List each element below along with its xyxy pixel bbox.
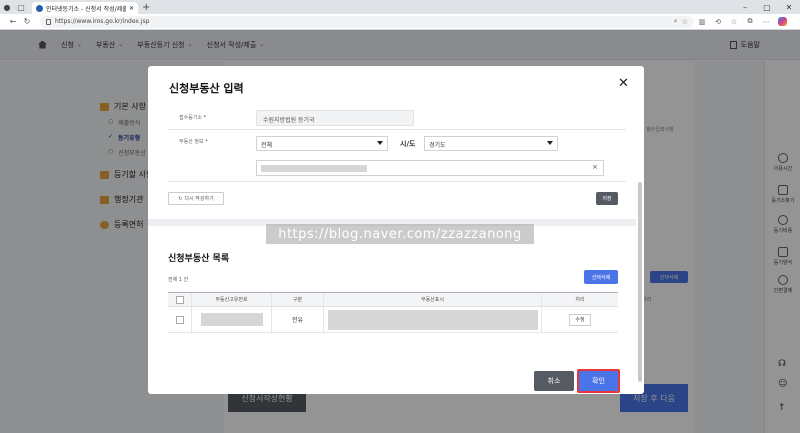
refresh-icon[interactable]: ↻ — [20, 15, 34, 29]
type-cell: 전유 — [272, 307, 324, 332]
favorite-star-icon[interactable]: ☆ — [682, 18, 688, 26]
rewrite-label: 다시 작성하기 — [184, 196, 214, 202]
save-button[interactable]: 저장 — [596, 192, 618, 205]
redacted-address — [261, 165, 367, 172]
tab-close-icon[interactable]: ✕ — [129, 5, 134, 12]
redacted-number — [200, 313, 263, 326]
unique-number-cell — [192, 307, 272, 332]
address-bar-row: ← ↻ https://www.iros.go.kr/index.jsp ⌕ ☆… — [0, 14, 800, 30]
table-header-row: 부동산고유번호 구분 부동산표시 처리 — [168, 293, 618, 307]
process-cell: 수정 — [542, 307, 618, 332]
window-controls: – ▢ ✕ — [734, 0, 800, 14]
total-count: 전체 1 건 — [168, 277, 189, 283]
url-text: https://www.iros.go.kr/index.jsp — [55, 18, 150, 25]
extensions-icon[interactable]: ⟲ — [710, 15, 726, 29]
select-value: 경기도 — [429, 142, 446, 149]
modal-title: 신청부동산 입력 — [169, 82, 244, 95]
clear-input-icon[interactable]: × — [592, 163, 598, 171]
new-tab-button[interactable]: + — [142, 2, 150, 13]
dropdown-arrow-icon — [377, 141, 383, 145]
close-icon[interactable]: ✕ — [618, 76, 629, 91]
property-type-select[interactable]: 전체 — [256, 136, 388, 151]
redacted-property — [327, 309, 538, 330]
dropdown-arrow-icon — [547, 141, 553, 145]
modal-scrollbar[interactable] — [638, 182, 642, 382]
select-value: 전체 — [261, 142, 273, 149]
more-menu-icon[interactable]: ⋯ — [758, 15, 774, 29]
blog-watermark: https://blog.naver.com/zzazzanong — [266, 224, 534, 244]
back-icon[interactable]: ← — [6, 15, 20, 29]
site-favicon-icon — [36, 4, 43, 12]
edit-button[interactable]: 수정 — [569, 313, 591, 326]
header-type: 구분 — [272, 293, 324, 306]
split-screen-icon[interactable]: ▥ — [694, 15, 710, 29]
checkbox[interactable] — [175, 315, 184, 324]
property-list-table: 부동산고유번호 구분 부동산표시 처리 전유 수정 — [168, 292, 618, 333]
header-property-display: 부동산표시 — [324, 293, 542, 306]
sido-select[interactable]: 경기도 — [424, 136, 558, 151]
property-display-cell — [324, 307, 542, 332]
cancel-button[interactable]: 취소 — [534, 371, 574, 391]
header-unique-number: 부동산고유번호 — [192, 293, 272, 306]
collections-icon[interactable]: ⧉ — [742, 15, 758, 29]
property-list-title: 신청부동산 목록 — [168, 254, 230, 264]
office-row: 접수등기소 * 수원지방법원 등기국 — [168, 106, 626, 130]
office-field: 수원지방법원 등기국 — [256, 110, 414, 126]
url-field[interactable]: https://www.iros.go.kr/index.jsp ⌕ ☆ — [40, 15, 694, 28]
window-close-icon[interactable]: ✕ — [778, 0, 800, 14]
address-search-input[interactable]: × — [256, 160, 604, 176]
bulk-delete-button[interactable]: 선택삭제 — [584, 270, 618, 284]
checkbox[interactable] — [175, 295, 184, 304]
rewrite-button[interactable]: ↻ 다시 작성하기 — [168, 192, 224, 205]
sido-label: 시/도 — [400, 140, 416, 148]
favorites-icon[interactable]: ☆ — [726, 15, 742, 29]
property-info-row: 부동산 정보 * 전체 시/도 경기도 × — [168, 130, 626, 182]
browser-tab[interactable]: 인터넷등기소 - 신청서 작성/제출 ✕ — [32, 2, 138, 14]
zoom-icon[interactable]: ⌕ — [674, 17, 678, 26]
maximize-icon[interactable]: ▢ — [756, 0, 778, 14]
header-process: 처리 — [575, 297, 585, 303]
tab-actions-icon[interactable]: ▢ — [14, 0, 28, 14]
header-select-all[interactable] — [168, 293, 192, 306]
tab-title: 인터넷등기소 - 신청서 작성/제출 — [46, 5, 126, 13]
copilot-icon[interactable] — [778, 17, 787, 26]
profile-icon[interactable]: ● — [0, 0, 14, 14]
row-select-cell — [168, 307, 192, 332]
minimize-icon[interactable]: – — [734, 0, 756, 14]
refresh-icon: ↻ — [178, 195, 183, 202]
table-row: 전유 수정 — [168, 307, 618, 333]
lock-icon — [46, 18, 51, 25]
browser-tab-bar: ● ▢ 인터넷등기소 - 신청서 작성/제출 ✕ + – ▢ ✕ — [0, 0, 800, 14]
confirm-button[interactable]: 확인 — [577, 369, 620, 393]
property-label: 부동산 정보 * — [179, 139, 208, 145]
office-label: 접수등기소 * — [179, 115, 207, 121]
